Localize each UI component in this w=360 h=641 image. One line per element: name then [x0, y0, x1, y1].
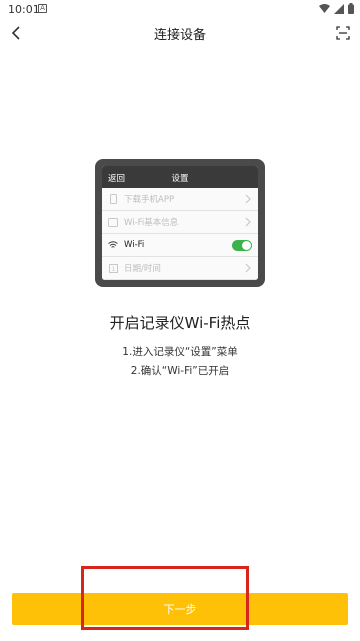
notification-icon: A — [38, 4, 47, 13]
device-row-label: 日期/时间 — [124, 264, 161, 274]
status-icons — [319, 3, 354, 14]
page-title: 连接设备 — [153, 28, 206, 43]
device-row-download-app: 下载手机APP — [102, 188, 258, 211]
device-row-label: Wi-Fi基本信息 — [124, 218, 179, 228]
status-bar: 10:01 A — [0, 0, 360, 18]
svg-text:1: 1 — [111, 266, 115, 273]
device-row-datetime: 1 日期/时间 — [102, 257, 258, 280]
wifi-signal-icon — [319, 3, 330, 13]
app-header: 连接设备 — [0, 18, 360, 48]
device-row-wifi: Wi-Fi — [102, 234, 258, 257]
chevron-right-icon — [245, 217, 251, 227]
info-icon — [108, 217, 118, 227]
device-screen: 返回 设置 下载手机APP Wi-Fi基本信息 Wi-Fi 1 日期/时间 — [102, 166, 258, 280]
status-time: 10:01 — [8, 3, 40, 16]
main-heading: 开启记录仪Wi-Fi热点 — [109, 314, 251, 332]
cell-signal-icon — [334, 3, 344, 14]
chevron-right-icon — [245, 263, 251, 273]
device-row-label: 下载手机APP — [124, 195, 175, 205]
device-row-wifi-info: Wi-Fi基本信息 — [102, 211, 258, 234]
device-screen-title: 设置 — [171, 174, 189, 184]
phone-icon — [108, 194, 118, 204]
wifi-icon — [108, 240, 118, 250]
scan-icon — [336, 26, 350, 40]
scan-button[interactable] — [332, 22, 354, 44]
device-illustration: 返回 设置 下载手机APP Wi-Fi基本信息 Wi-Fi 1 日期/时间 — [95, 159, 265, 287]
wifi-toggle — [232, 240, 252, 251]
instruction-step-1: 1.进入记录仪“设置”菜单 — [122, 346, 238, 358]
chevron-right-icon — [245, 194, 251, 204]
calendar-icon: 1 — [108, 263, 118, 273]
highlight-box — [81, 566, 249, 630]
device-row-label: Wi-Fi — [124, 240, 145, 250]
instruction-step-2: 2.确认“Wi-Fi”已开启 — [130, 365, 230, 377]
battery-icon — [348, 3, 354, 14]
device-screen-bar: 返回 设置 — [102, 166, 258, 188]
